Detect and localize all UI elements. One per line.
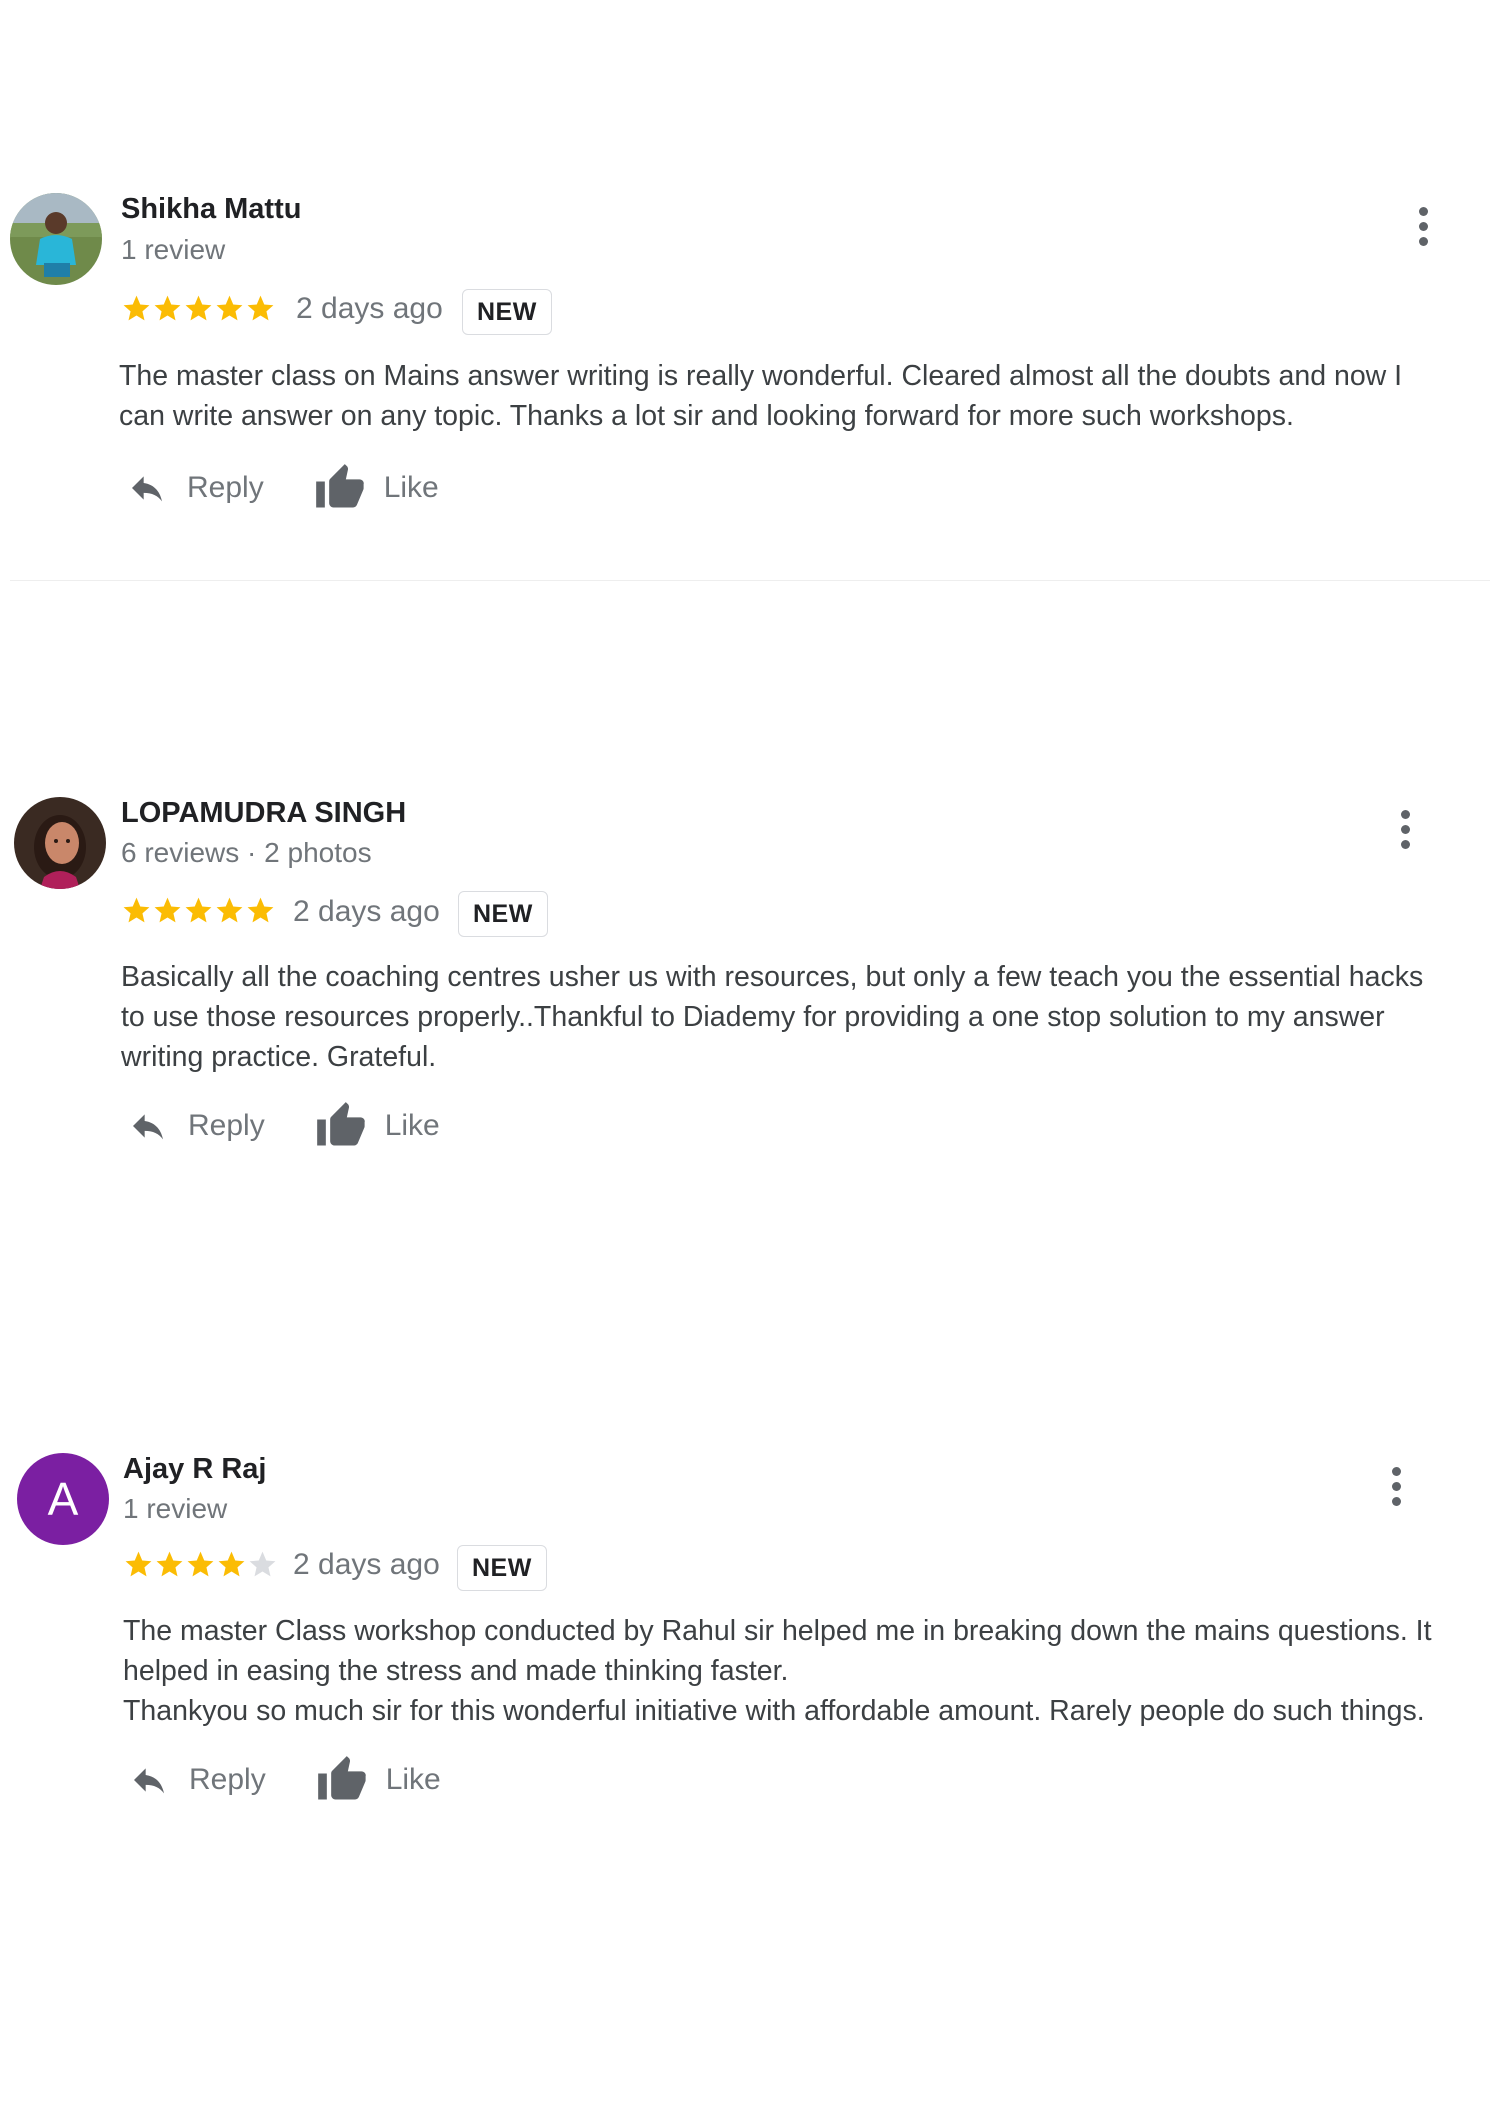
star-icon (154, 897, 181, 923)
star-icon (247, 897, 274, 923)
avatar[interactable]: A (17, 1453, 109, 1545)
new-badge: NEW (458, 891, 548, 937)
more-vert-icon[interactable] (1386, 1467, 1406, 1513)
review-date: 2 days ago (293, 895, 440, 928)
review-date: 2 days ago (296, 292, 443, 325)
reply-label: Reply (188, 1109, 265, 1142)
like-button[interactable]: Like (314, 462, 439, 514)
reviewer-meta: 6 reviews · 2 photos (121, 837, 372, 868)
like-button[interactable]: Like (315, 1100, 440, 1152)
star-icon (123, 897, 150, 923)
review-actions: Reply Like (127, 1754, 441, 1806)
like-label: Like (383, 471, 439, 504)
reviewer-meta: 1 review (123, 1493, 228, 1524)
reply-icon (132, 476, 162, 502)
star-icon (187, 1551, 214, 1577)
thumbs-up-icon (315, 464, 364, 508)
reply-icon (134, 1768, 164, 1794)
review-text: The master class on Mains answer writing… (119, 360, 1403, 432)
star-icon (156, 1551, 183, 1577)
star-icon (216, 897, 243, 923)
star-icon (125, 1551, 152, 1577)
star-icon (123, 295, 150, 321)
reviewer-meta: 1 review (121, 234, 226, 265)
star-icon (154, 295, 181, 321)
review-date: 2 days ago (293, 1548, 440, 1581)
reply-icon (133, 1114, 163, 1140)
like-label: Like (384, 1109, 440, 1142)
thumbs-up-icon (316, 1102, 365, 1146)
thumbs-up-icon (317, 1756, 366, 1800)
divider (10, 580, 1490, 581)
reply-label: Reply (189, 1763, 266, 1796)
reviewer-name[interactable]: Ajay R Raj (123, 1453, 266, 1486)
like-button[interactable]: Like (316, 1754, 441, 1806)
reply-label: Reply (187, 471, 264, 504)
like-label: Like (385, 1763, 441, 1796)
star-rating (123, 1549, 278, 1580)
star-rating (121, 293, 276, 324)
new-badge: NEW (462, 289, 552, 335)
review-actions: Reply Like (126, 1100, 440, 1152)
avatar[interactable] (10, 193, 102, 285)
star-icon (185, 295, 212, 321)
reply-button[interactable]: Reply (125, 468, 264, 508)
star-icon (216, 295, 243, 321)
reply-button[interactable]: Reply (127, 1760, 266, 1800)
star-icon (218, 1551, 245, 1577)
star-icon (247, 295, 274, 321)
more-vert-icon[interactable] (1395, 810, 1415, 856)
star-rating (121, 895, 276, 926)
avatar[interactable] (14, 797, 106, 889)
review-text: The master Class workshop conducted by R… (123, 1615, 1432, 1727)
star-icon (185, 897, 212, 923)
new-badge: NEW (457, 1545, 547, 1591)
review-text: Basically all the coaching centres usher… (121, 961, 1424, 1073)
reviewer-name[interactable]: Shikha Mattu (121, 193, 301, 226)
star-icon (249, 1551, 276, 1577)
reply-button[interactable]: Reply (126, 1106, 265, 1146)
reviewer-name[interactable]: LOPAMUDRA SINGH (121, 797, 406, 830)
review-actions: Reply Like (125, 462, 439, 514)
more-vert-icon[interactable] (1413, 207, 1433, 253)
